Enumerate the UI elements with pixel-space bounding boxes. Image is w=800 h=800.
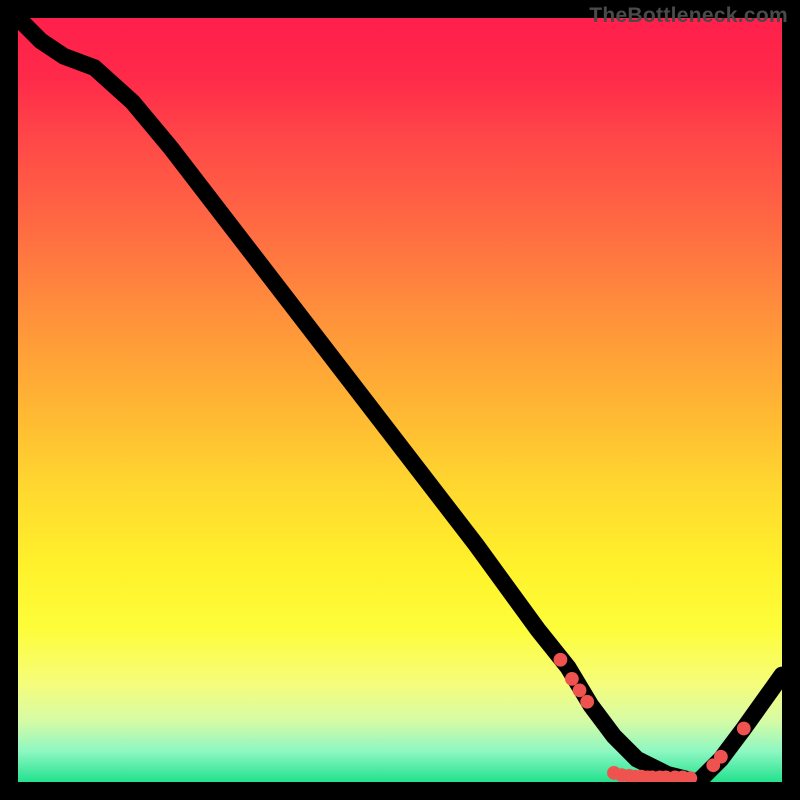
curve-left-path [18,18,698,782]
curve-marker [580,695,594,709]
watermark-text: TheBottleneck.com [589,4,788,28]
chart-stage: TheBottleneck.com [0,0,800,800]
curve-marker [714,750,728,764]
curve-marker [565,672,579,686]
curve-marker [573,683,587,697]
plot-area [18,18,782,782]
curve-marker [737,722,751,736]
curve-layer [18,18,782,782]
curve-marker [554,653,568,667]
